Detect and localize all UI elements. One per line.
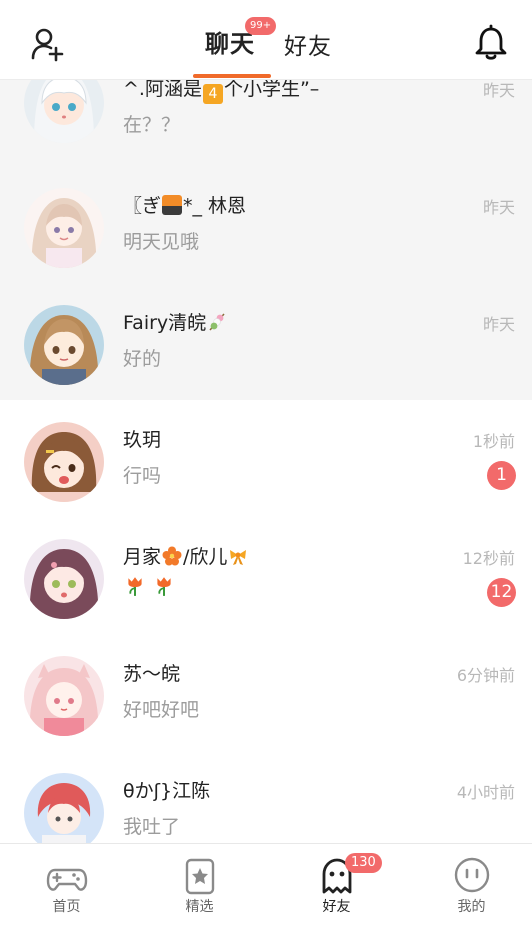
unread-badge: 1 — [487, 461, 516, 490]
tulip-emoji — [153, 575, 175, 597]
ribbon-emoji — [228, 546, 248, 566]
conversation-list[interactable]: ^.阿涵是 4 个小学生”– 在？？ 昨天 〖ぎ *_ 林恩 明天见哦 昨天 F… — [0, 79, 532, 843]
contact-name: Fairy清皖 — [123, 308, 228, 335]
message-time: 1秒前 — [472, 432, 515, 451]
avatar-image — [24, 773, 104, 843]
message-time: 4小时前 — [456, 783, 515, 802]
avatar-image — [24, 422, 104, 502]
avatar[interactable] — [24, 773, 104, 843]
avatar[interactable] — [24, 422, 104, 502]
last-message — [123, 575, 176, 599]
contact-name: θかʃ}江陈 — [123, 780, 211, 802]
top-bar: 聊天 99+ 好友 — [0, 0, 532, 80]
nav-label: 我的 — [457, 899, 486, 915]
contact-name: 玖玥 — [123, 429, 162, 451]
person-plus-icon[interactable] — [30, 26, 66, 62]
avatar[interactable] — [24, 79, 104, 143]
avatar-image — [24, 188, 104, 268]
last-message: 我吐了 — [123, 816, 181, 838]
last-message: 好的 — [123, 348, 162, 370]
avatar[interactable] — [24, 305, 104, 385]
contact-name: 苏～皖 — [123, 663, 181, 685]
conversation-row[interactable]: θかʃ}江陈 我吐了 4小时前 — [0, 751, 532, 843]
unread-badge: 12 — [487, 578, 516, 607]
last-message: 行吗 — [123, 465, 162, 487]
nav-friends[interactable]: 130 好友 — [270, 844, 403, 928]
last-message: 好吧好吧 — [123, 699, 200, 721]
city-night-emoji — [162, 195, 183, 215]
avatar-image — [24, 79, 104, 143]
conversation-row[interactable]: Fairy清皖 好的 昨天 — [0, 283, 532, 400]
message-time: 12秒前 — [462, 549, 515, 568]
avatar[interactable] — [24, 539, 104, 619]
nav-home[interactable]: 首页 — [0, 844, 133, 928]
message-time: 昨天 — [482, 198, 515, 217]
bottom-nav: 首页 精选 130 好友 我的 — [0, 843, 532, 928]
tab-chat-badge: 99+ — [245, 17, 277, 35]
bell-icon[interactable] — [472, 24, 510, 62]
nav-friends-badge: 130 — [345, 853, 382, 873]
nav-me[interactable]: 我的 — [405, 844, 532, 928]
nav-label: 首页 — [52, 899, 81, 915]
nav-label: 精选 — [185, 899, 214, 915]
conversation-row[interactable]: ^.阿涵是 4 个小学生”– 在？？ 昨天 — [0, 79, 532, 166]
avatar-image — [24, 656, 104, 736]
hibiscus-emoji — [162, 546, 182, 566]
message-time: 6分钟前 — [456, 666, 515, 685]
tulip-emoji — [124, 575, 146, 597]
conversation-row[interactable]: 苏～皖 好吧好吧 6分钟前 — [0, 634, 532, 751]
contact-name: ^.阿涵是 4 个小学生”– — [123, 79, 320, 104]
contact-name: 月家 /欣儿 — [123, 542, 249, 569]
tab-friends[interactable]: 好友 — [284, 27, 332, 61]
avatar[interactable] — [24, 188, 104, 268]
dango-emoji — [207, 312, 227, 332]
gamepad-icon — [46, 868, 88, 891]
nav-featured[interactable]: 精选 — [133, 844, 266, 928]
last-message: 明天见哦 — [123, 231, 200, 253]
conversation-row[interactable]: 月家 /欣儿 12秒前 12 — [0, 517, 532, 634]
conversation-row[interactable]: 〖ぎ *_ 林恩 明天见哦 昨天 — [0, 166, 532, 283]
avatar-image — [24, 539, 104, 619]
face-icon — [454, 857, 490, 893]
conversation-row[interactable]: 玖玥 行吗 1秒前 1 — [0, 400, 532, 517]
last-message: 在？？ — [123, 114, 181, 136]
active-tab-indicator — [193, 74, 271, 78]
keycap-four-emoji: 4 — [202, 84, 223, 104]
avatar-image — [24, 305, 104, 385]
contact-name: 〖ぎ *_ 林恩 — [123, 195, 247, 217]
nav-label: 好友 — [322, 899, 351, 915]
star-card-icon — [185, 858, 215, 895]
avatar[interactable] — [24, 656, 104, 736]
message-time: 昨天 — [482, 315, 515, 334]
message-time: 昨天 — [482, 81, 515, 100]
